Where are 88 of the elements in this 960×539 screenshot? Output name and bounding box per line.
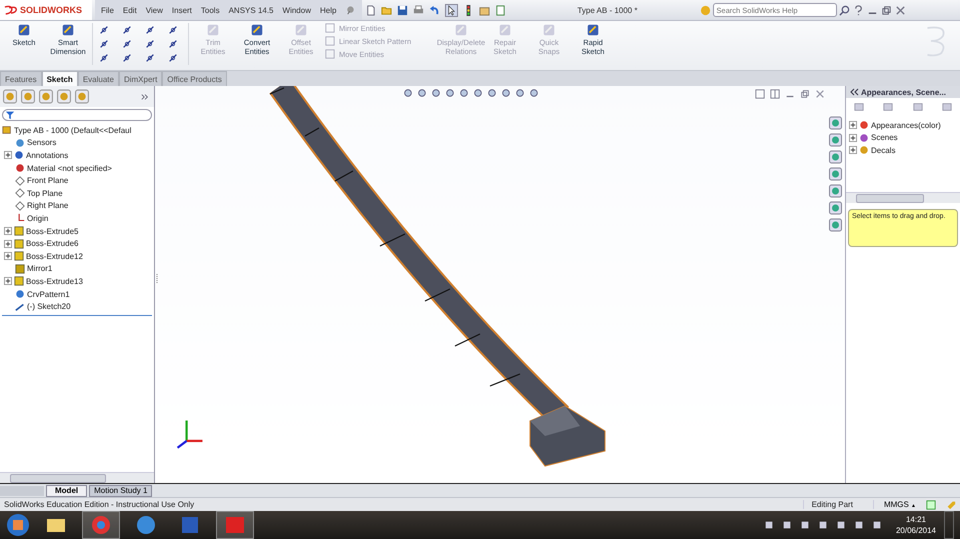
command-tab[interactable]: Sketch <box>42 71 78 86</box>
help-icon[interactable] <box>853 4 864 16</box>
tree-root-label[interactable]: Type AB - 1000 (Default<<Defaul <box>14 126 132 135</box>
plane-icon <box>15 176 25 186</box>
save-icon[interactable] <box>397 4 408 16</box>
expand-toggle[interactable] <box>849 134 857 142</box>
menu-item[interactable]: Edit <box>122 6 137 14</box>
tree-item-label[interactable]: Sensors <box>27 138 56 148</box>
tree-item-label[interactable]: Front Plane <box>27 176 68 186</box>
undo-icon[interactable] <box>429 4 440 16</box>
sketch-icon <box>17 23 31 37</box>
tree-item-label[interactable]: Origin <box>27 214 48 223</box>
clock-date[interactable]: 20/06/2014 <box>896 525 936 536</box>
restore-icon[interactable] <box>800 89 810 99</box>
start-button-icon[interactable] <box>6 513 30 537</box>
help-icon[interactable] <box>926 500 936 510</box>
feature-icon <box>14 238 24 249</box>
new-document-icon[interactable] <box>365 4 376 16</box>
feature-icon <box>14 226 24 236</box>
menu-item[interactable]: Help <box>320 6 336 14</box>
show-desktop-button[interactable] <box>944 511 954 539</box>
horizontal-scrollbar[interactable] <box>846 192 960 203</box>
expand-toggle[interactable] <box>4 252 12 260</box>
tree-item-label[interactable]: Material <not specified> <box>27 164 112 173</box>
bottom-tab[interactable]: Motion Study 1 <box>89 484 152 496</box>
tree-item-label[interactable]: (-) Sketch20 <box>27 302 71 312</box>
plane-icon <box>15 200 25 211</box>
logo-icon <box>4 4 18 16</box>
clock-time[interactable]: 14:21 <box>906 514 926 525</box>
rapid-icon <box>586 23 600 37</box>
tree-item-label[interactable]: Mirror1 <box>27 264 52 274</box>
tree-item-label[interactable]: Scenes <box>871 133 898 142</box>
tree-item-label[interactable]: Annotations <box>26 150 68 160</box>
double-chevron-icon[interactable] <box>141 92 149 100</box>
menu-item[interactable]: File <box>101 6 114 14</box>
part-icon <box>2 125 12 136</box>
command-tab[interactable]: Features <box>0 71 42 86</box>
sketch-icon <box>15 302 25 312</box>
expand-toggle[interactable] <box>849 121 857 130</box>
task-pane-title: Appearances, Scene... <box>861 88 946 96</box>
filter-field[interactable] <box>2 109 152 121</box>
document-title: Type AB - 1000 * <box>577 6 638 14</box>
close-icon[interactable] <box>895 4 906 16</box>
menu-item[interactable]: Tools <box>200 6 220 14</box>
command-tab[interactable]: Evaluate <box>78 71 119 86</box>
status-message: SolidWorks Education Edition - Instructional Use Only <box>4 500 194 509</box>
search-icon[interactable] <box>839 4 850 16</box>
panel-grip-icon[interactable] <box>155 272 159 286</box>
plane-icon <box>15 188 25 198</box>
command-tab[interactable]: Office Products <box>162 71 227 86</box>
tree-item-label[interactable]: Top Plane <box>27 188 63 198</box>
split-view-icon[interactable] <box>770 89 780 99</box>
tree-item-label[interactable]: Boss-Extrude5 <box>26 226 78 236</box>
tree-item-label[interactable]: Boss-Extrude13 <box>26 276 83 286</box>
expand-toggle[interactable] <box>849 146 857 154</box>
logo-text: SOLIDWORKS <box>20 5 82 15</box>
browser-icon[interactable] <box>82 511 120 539</box>
filter-icon <box>5 110 15 120</box>
horizontal-scrollbar[interactable] <box>0 472 154 483</box>
restore-icon[interactable] <box>881 4 892 16</box>
expand-toggle[interactable] <box>4 277 12 286</box>
feature-icon <box>14 251 24 262</box>
help-bubble-icon <box>700 4 712 16</box>
close-icon[interactable] <box>815 89 825 99</box>
expand-toggle[interactable] <box>4 151 12 160</box>
tree-item-label[interactable]: Boss-Extrude6 <box>26 239 78 248</box>
menu-item[interactable]: View <box>146 6 163 14</box>
dimension-icon <box>61 23 75 37</box>
menu-item[interactable]: ANSYS 14.5 <box>228 6 274 14</box>
tree-item-label[interactable]: Decals <box>871 146 896 155</box>
tree-item-label[interactable]: Right Plane <box>27 201 68 210</box>
convert-icon <box>250 23 264 37</box>
feature-icon <box>14 276 24 286</box>
tree-item-label[interactable]: Boss-Extrude12 <box>26 252 83 261</box>
status-mode: Editing Part <box>802 500 874 509</box>
command-tab[interactable]: DimXpert <box>118 71 162 86</box>
menu-item[interactable]: Window <box>282 6 311 14</box>
split-view-icon[interactable] <box>755 89 765 99</box>
line-icon[interactable] <box>99 25 109 35</box>
printer-icon[interactable] <box>413 4 424 16</box>
pointer-icon[interactable] <box>445 4 458 16</box>
expand-toggle[interactable] <box>4 240 12 248</box>
tree-item-label[interactable]: CrvPattern1 <box>27 290 70 299</box>
double-chevron-icon[interactable] <box>849 87 859 97</box>
menu-item[interactable]: Insert <box>172 6 192 14</box>
expand-toggle[interactable] <box>4 227 12 236</box>
bottom-tab[interactable]: Model <box>46 484 88 496</box>
tree-item-label[interactable]: Appearances(color) <box>871 120 941 130</box>
